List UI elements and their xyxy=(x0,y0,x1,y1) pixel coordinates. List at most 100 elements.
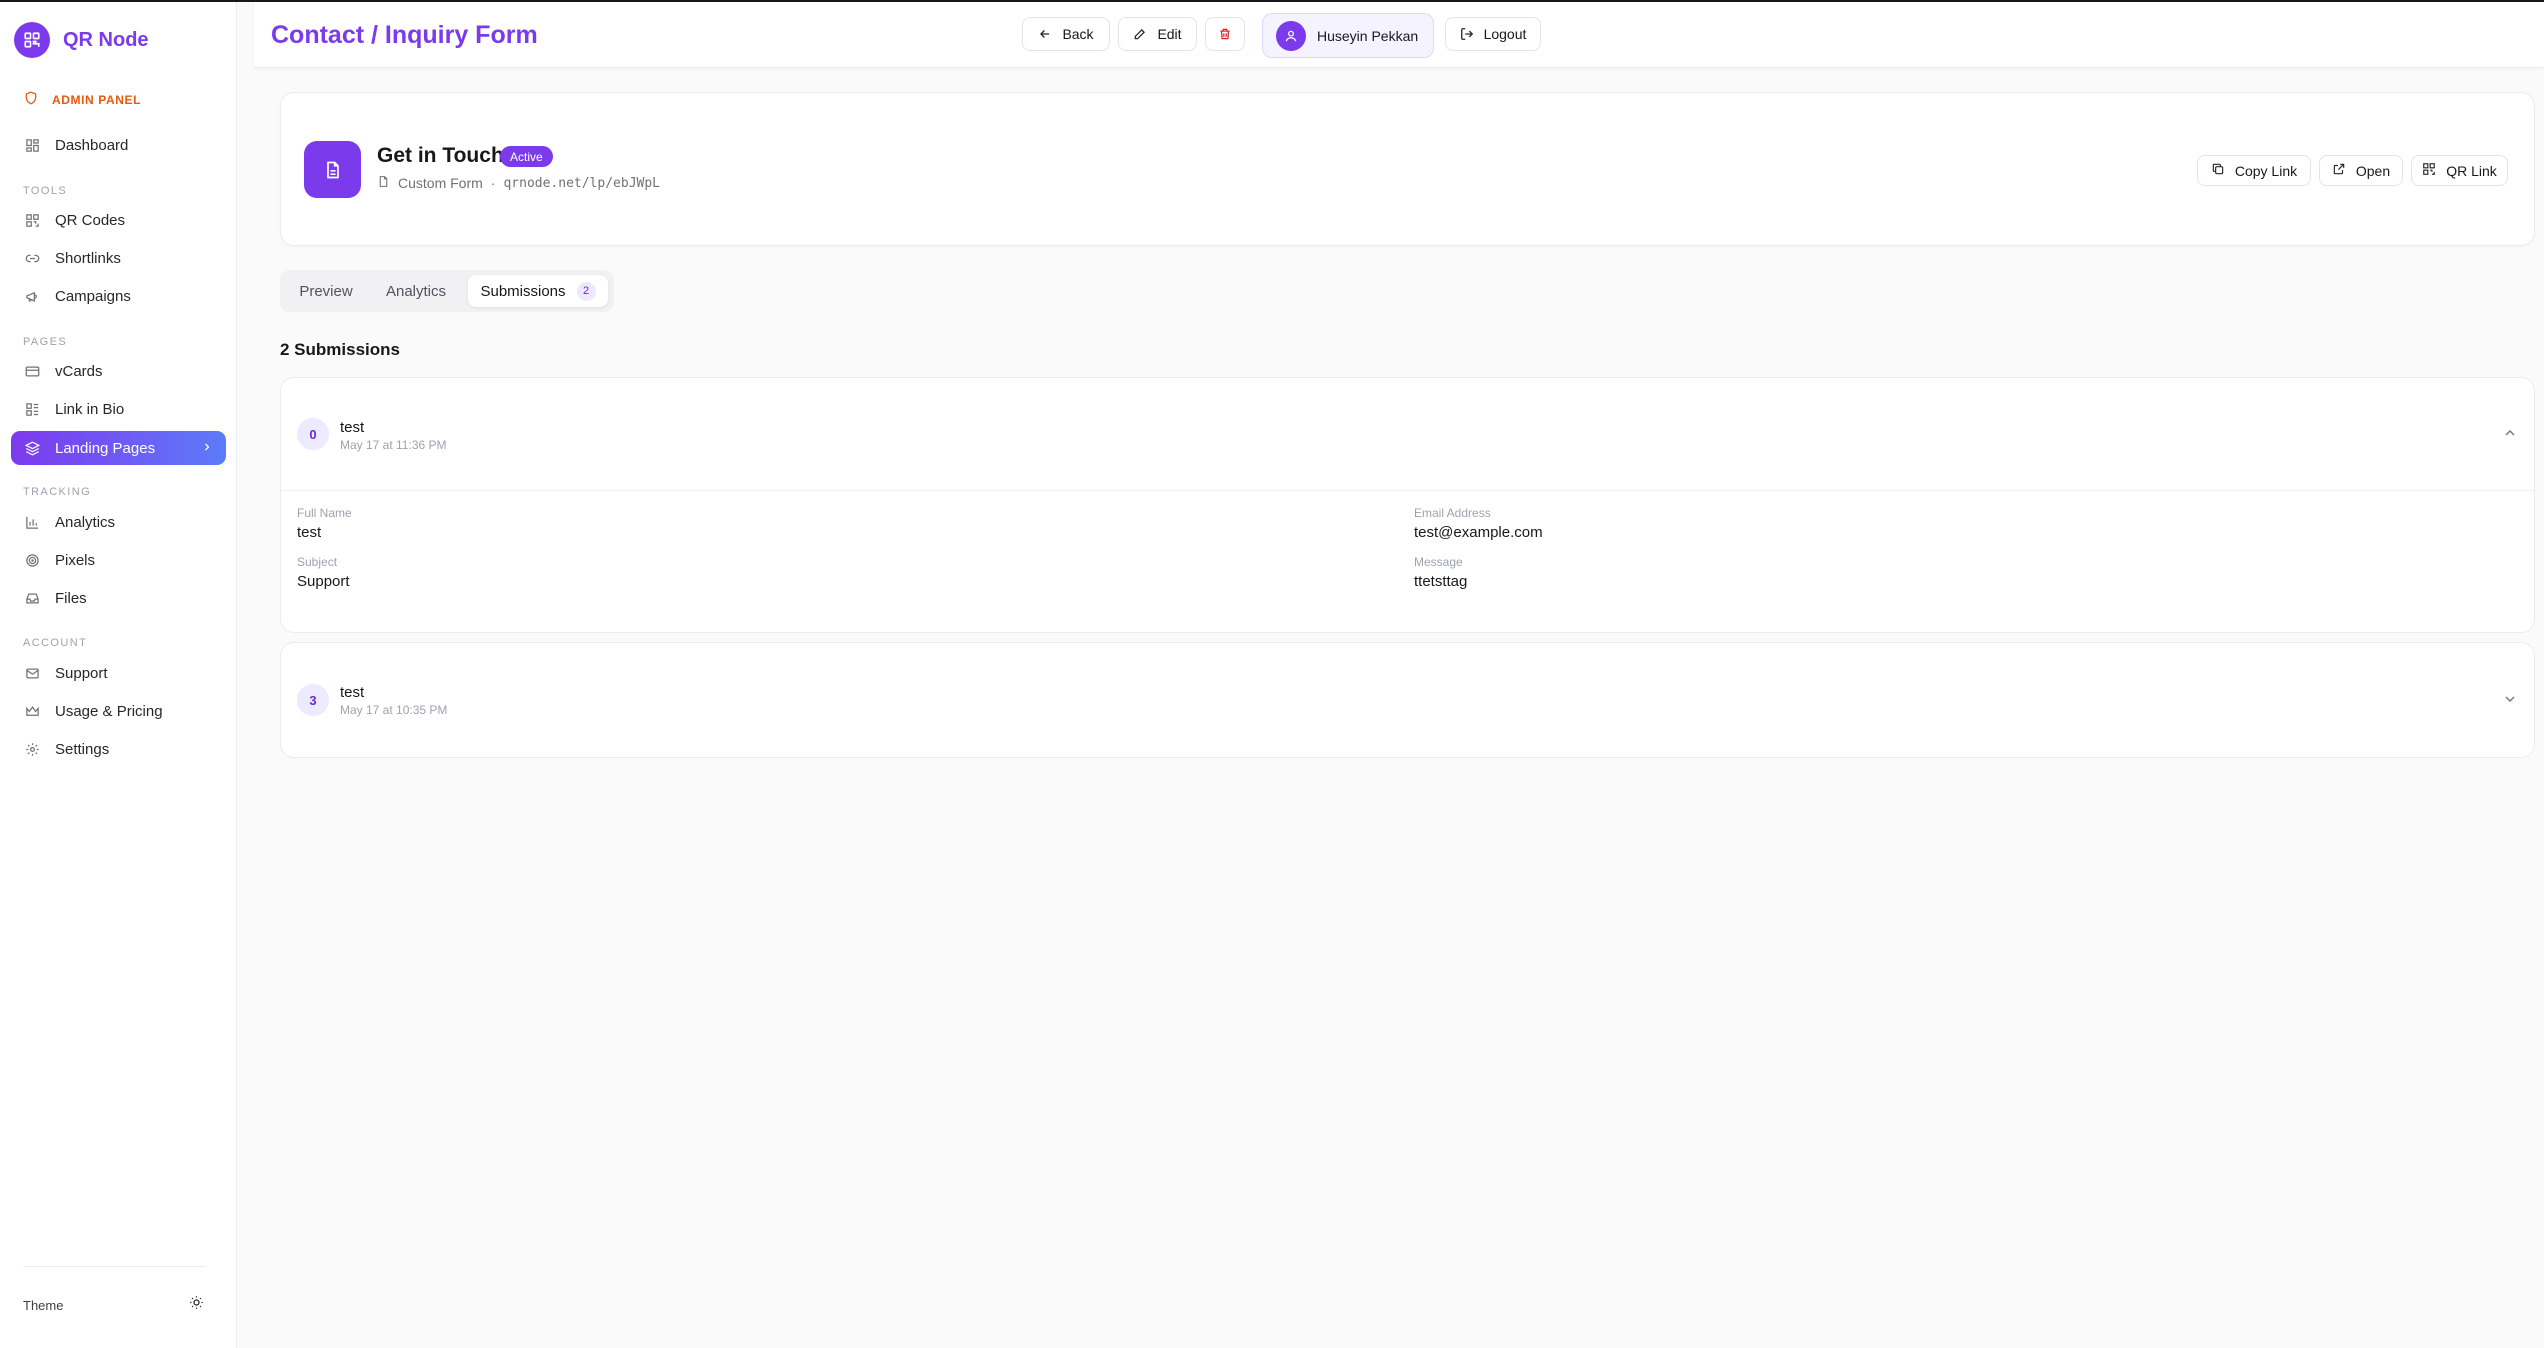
section-label-pages: PAGES xyxy=(23,336,68,348)
megaphone-icon xyxy=(24,288,40,304)
submission-number: 3 xyxy=(297,684,329,716)
sidebar-item-usage-pricing[interactable]: Usage & Pricing xyxy=(11,694,226,728)
sidebar-item-label: Usage & Pricing xyxy=(55,702,163,720)
link-icon xyxy=(24,250,40,266)
landing-page-card: Get in Touch Active Custom Form · qrnode… xyxy=(280,92,2535,246)
field-value: ttetsttag xyxy=(1414,573,1468,590)
sidebar-item-label: Link in Bio xyxy=(55,400,125,418)
crown-icon xyxy=(24,703,40,719)
sidebar: QR Node ADMIN PANEL Dashboard TOOLS QR C… xyxy=(0,2,237,1348)
logout-button[interactable]: Logout xyxy=(1445,17,1541,51)
bar-chart-icon xyxy=(24,514,40,530)
delete-button[interactable] xyxy=(1205,17,1245,51)
admin-panel-text: ADMIN PANEL xyxy=(52,92,142,107)
logout-button-label: Logout xyxy=(1483,26,1527,42)
user-name: Huseyin Pekkan xyxy=(1317,27,1419,44)
qr-code-logo-icon xyxy=(14,22,50,58)
submission-name: test xyxy=(340,684,365,701)
sidebar-item-vcards[interactable]: vCards xyxy=(11,354,226,388)
edit-button[interactable]: Edit xyxy=(1118,17,1197,51)
sidebar-item-settings[interactable]: Settings xyxy=(11,732,226,766)
open-button[interactable]: Open xyxy=(2319,155,2403,186)
copy-link-label: Copy Link xyxy=(2234,162,2298,179)
sidebar-item-files[interactable]: Files xyxy=(11,581,226,615)
qr-code-icon xyxy=(2422,162,2436,179)
submission-header[interactable]: 0 test May 17 at 11:36 PM xyxy=(281,378,2534,490)
submissions-heading: 2 Submissions xyxy=(280,340,400,359)
grid-list-icon xyxy=(24,401,40,417)
qr-link-button[interactable]: QR Link xyxy=(2411,155,2508,186)
copy-link-button[interactable]: Copy Link xyxy=(2197,155,2311,186)
sidebar-item-label: QR Codes xyxy=(55,211,126,229)
submission-header[interactable]: 3 test May 17 at 10:35 PM xyxy=(281,643,2534,757)
shield-icon xyxy=(24,91,38,108)
submissions-count-badge: 2 xyxy=(576,281,596,301)
target-icon xyxy=(24,552,40,568)
section-label-tracking: TRACKING xyxy=(23,486,92,498)
sun-icon xyxy=(189,1295,204,1315)
sidebar-item-label: Files xyxy=(55,589,87,607)
sidebar-item-label: Campaigns xyxy=(55,287,131,305)
copy-icon xyxy=(2211,162,2225,179)
layers-icon xyxy=(24,440,40,456)
tab-submissions-label: Submissions xyxy=(480,282,566,300)
sidebar-item-link-in-bio[interactable]: Link in Bio xyxy=(11,392,226,426)
avatar xyxy=(1276,20,1306,51)
section-label-account: ACCOUNT xyxy=(23,637,88,649)
submission-card: 0 test May 17 at 11:36 PM Full Name test… xyxy=(280,377,2535,633)
sidebar-item-pixels[interactable]: Pixels xyxy=(11,543,226,577)
tab-analytics[interactable]: Analytics xyxy=(372,275,460,307)
back-button[interactable]: Back xyxy=(1022,17,1110,51)
document-icon xyxy=(377,175,390,191)
page-url[interactable]: qrnode.net/lp/ebJWpL xyxy=(503,176,660,191)
tab-bar: Preview Analytics Submissions 2 xyxy=(280,270,614,312)
field-value: test@example.com xyxy=(1414,524,1543,541)
section-label-tools: TOOLS xyxy=(23,185,68,197)
sidebar-item-campaigns[interactable]: Campaigns xyxy=(11,279,226,313)
divider xyxy=(281,490,2534,491)
theme-toggle-button[interactable] xyxy=(181,1290,211,1320)
top-header: Contact / Inquiry Form Back Edit Huseyin… xyxy=(254,2,2544,68)
field-label: Subject xyxy=(297,555,338,569)
landing-page-meta: Custom Form · qrnode.net/lp/ebJWpL xyxy=(377,175,660,191)
field-value: Support xyxy=(297,573,350,590)
trash-icon xyxy=(1218,27,1232,41)
edit-button-label: Edit xyxy=(1157,26,1182,42)
sidebar-item-shortlinks[interactable]: Shortlinks xyxy=(11,241,226,275)
admin-panel-label: ADMIN PANEL xyxy=(24,91,141,108)
qr-code-icon xyxy=(24,212,40,228)
sidebar-item-qr-codes[interactable]: QR Codes xyxy=(11,203,226,237)
field-label: Full Name xyxy=(297,506,352,520)
theme-label: Theme xyxy=(23,1298,64,1313)
page-type: Custom Form xyxy=(398,175,483,191)
sidebar-item-label: Landing Pages xyxy=(55,439,156,457)
sidebar-item-landing-pages[interactable]: Landing Pages xyxy=(11,431,226,465)
sidebar-item-label: Dashboard xyxy=(55,136,129,154)
submission-card: 3 test May 17 at 10:35 PM xyxy=(280,642,2535,758)
sidebar-item-label: Support xyxy=(55,664,108,682)
sidebar-item-analytics[interactable]: Analytics xyxy=(11,505,226,539)
tab-submissions[interactable]: Submissions 2 xyxy=(468,275,608,307)
tab-preview[interactable]: Preview xyxy=(288,275,364,307)
brand[interactable]: QR Node xyxy=(14,22,149,58)
qr-link-label: QR Link xyxy=(2446,162,2497,179)
submission-time: May 17 at 10:35 PM xyxy=(340,703,448,717)
sidebar-item-dashboard[interactable]: Dashboard xyxy=(11,128,226,162)
pencil-icon xyxy=(1133,27,1147,41)
chevron-down-icon[interactable] xyxy=(2502,691,2518,712)
landing-page-title: Get in Touch xyxy=(377,144,504,167)
submission-time: May 17 at 11:36 PM xyxy=(340,438,447,452)
sidebar-item-label: Analytics xyxy=(55,513,116,531)
id-card-icon xyxy=(24,363,40,379)
file-text-icon xyxy=(304,141,361,198)
open-label: Open xyxy=(2355,162,2391,179)
divider xyxy=(23,1266,206,1267)
user-menu[interactable]: Huseyin Pekkan xyxy=(1262,13,1434,58)
gear-icon xyxy=(24,741,40,757)
chevron-up-icon[interactable] xyxy=(2502,425,2518,446)
layout-grid-icon xyxy=(24,137,40,153)
sidebar-item-label: Shortlinks xyxy=(55,249,121,267)
sidebar-item-support[interactable]: Support xyxy=(11,656,226,690)
status-badge: Active xyxy=(500,146,553,167)
field-label: Email Address xyxy=(1414,506,1491,520)
